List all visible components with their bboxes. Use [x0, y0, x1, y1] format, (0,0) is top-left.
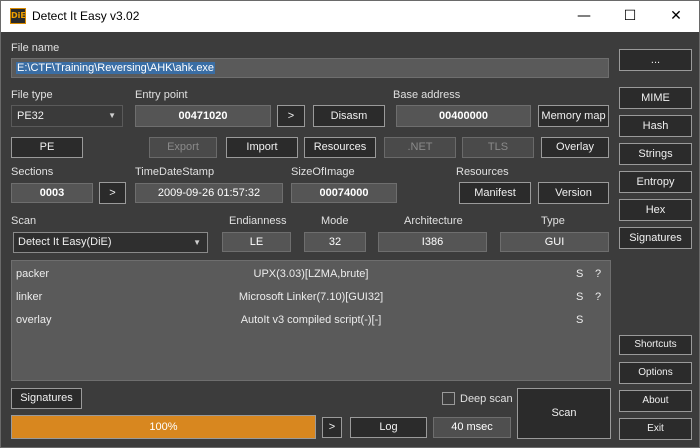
- main-window: DiE Detect It Easy v3.02 — ☐ ✕ File name…: [0, 0, 700, 448]
- timestamp-field[interactable]: 2009-09-26 01:57:32: [135, 183, 283, 203]
- strings-button[interactable]: Strings: [619, 143, 692, 165]
- resources-group-label: Resources: [456, 166, 509, 178]
- file-path-text: E:\CTF\Training\Reversing\AHK\ahk.exe: [16, 62, 216, 74]
- scan-progress-bar: 100%: [11, 415, 316, 439]
- timestamp-label: TimeDateStamp: [135, 166, 215, 178]
- manifest-button[interactable]: Manifest: [459, 182, 531, 204]
- file-name-label: File name: [11, 42, 60, 54]
- result-row[interactable]: linker Microsoft Linker(7.10)[GUI32] S ?: [12, 286, 610, 308]
- next-button[interactable]: >: [322, 417, 342, 438]
- resources-button[interactable]: Resources: [304, 137, 376, 158]
- log-button[interactable]: Log: [350, 417, 427, 438]
- entry-point-go-button[interactable]: >: [277, 105, 305, 127]
- mode-label: Mode: [321, 215, 349, 227]
- deep-scan-label: Deep scan: [460, 393, 513, 405]
- file-type-select[interactable]: PE32 ▼: [11, 105, 123, 127]
- memory-map-button[interactable]: Memory map: [538, 105, 609, 127]
- size-of-image-field[interactable]: 00074000: [291, 183, 397, 203]
- import-button[interactable]: Import: [226, 137, 298, 158]
- sections-go-button[interactable]: >: [99, 182, 126, 204]
- result-signature-button[interactable]: S: [576, 268, 583, 280]
- tls-button[interactable]: TLS: [462, 137, 534, 158]
- scan-button[interactable]: Scan: [517, 388, 611, 439]
- file-name-field[interactable]: E:\CTF\Training\Reversing\AHK\ahk.exe: [11, 58, 609, 78]
- result-info-button[interactable]: ?: [595, 291, 601, 303]
- result-row[interactable]: packer UPX(3.03)[LZMA,brute] S ?: [12, 263, 610, 285]
- base-address-field[interactable]: 00400000: [396, 105, 531, 127]
- window-title: Detect It Easy v3.02: [32, 9, 140, 23]
- sections-field[interactable]: 0003: [11, 183, 93, 203]
- sections-label: Sections: [11, 166, 54, 178]
- scan-engine-select[interactable]: Detect It Easy(DiE) ▼: [13, 232, 208, 253]
- signatures-side-button[interactable]: Signatures: [619, 227, 692, 249]
- result-row[interactable]: overlay AutoIt v3 compiled script(-)[-] …: [12, 309, 610, 331]
- pe-button[interactable]: PE: [11, 137, 83, 158]
- result-name: UPX(3.03)[LZMA,brute]: [253, 268, 369, 280]
- hash-button[interactable]: Hash: [619, 115, 692, 137]
- file-type-label: File type: [11, 89, 53, 101]
- result-signature-button[interactable]: S: [576, 314, 583, 326]
- deep-scan-checkbox[interactable]: [442, 392, 455, 405]
- detection-results-list[interactable]: packer UPX(3.03)[LZMA,brute] S ? linker …: [11, 260, 611, 381]
- close-button[interactable]: ✕: [653, 1, 699, 32]
- scan-time-field: 40 msec: [433, 417, 511, 438]
- entry-point-field[interactable]: 00471020: [135, 105, 271, 127]
- mime-button[interactable]: MIME: [619, 87, 692, 109]
- disasm-button[interactable]: Disasm: [313, 105, 385, 127]
- size-of-image-label: SizeOfImage: [291, 166, 355, 178]
- endianness-label: Endianness: [229, 215, 287, 227]
- browse-button[interactable]: ...: [619, 49, 692, 71]
- signatures-button[interactable]: Signatures: [11, 388, 82, 409]
- overlay-button[interactable]: Overlay: [541, 137, 609, 158]
- minimize-button[interactable]: —: [561, 1, 607, 32]
- chevron-down-icon: ▼: [193, 238, 201, 247]
- options-button[interactable]: Options: [619, 362, 692, 384]
- result-name: AutoIt v3 compiled script(-)[-]: [240, 314, 382, 326]
- base-address-label: Base address: [393, 89, 461, 101]
- exit-button[interactable]: Exit: [619, 418, 692, 440]
- entry-point-label: Entry point: [135, 89, 188, 101]
- chevron-down-icon: ▼: [108, 111, 116, 120]
- file-type-value: PE32: [17, 110, 44, 122]
- type-field: GUI: [500, 232, 609, 252]
- result-name: Microsoft Linker(7.10)[GUI32]: [238, 291, 384, 303]
- mode-field: 32: [304, 232, 366, 252]
- entropy-button[interactable]: Entropy: [619, 171, 692, 193]
- endianness-field: LE: [222, 232, 291, 252]
- app-icon: DiE: [10, 8, 26, 24]
- net-button[interactable]: .NET: [384, 137, 456, 158]
- version-button[interactable]: Version: [538, 182, 609, 204]
- architecture-field: I386: [378, 232, 487, 252]
- result-info-button[interactable]: ?: [595, 268, 601, 280]
- type-label: Type: [541, 215, 565, 227]
- progress-text: 100%: [149, 421, 178, 433]
- about-button[interactable]: About: [619, 390, 692, 412]
- result-signature-button[interactable]: S: [576, 291, 583, 303]
- title-bar: DiE Detect It Easy v3.02 — ☐ ✕: [1, 1, 699, 32]
- export-button[interactable]: Export: [149, 137, 217, 158]
- scan-label: Scan: [11, 215, 37, 227]
- shortcuts-button[interactable]: Shortcuts: [619, 335, 692, 355]
- architecture-label: Architecture: [404, 215, 463, 227]
- maximize-button[interactable]: ☐: [607, 1, 653, 32]
- hex-button[interactable]: Hex: [619, 199, 692, 221]
- scan-engine-value: Detect It Easy(DiE): [18, 236, 112, 248]
